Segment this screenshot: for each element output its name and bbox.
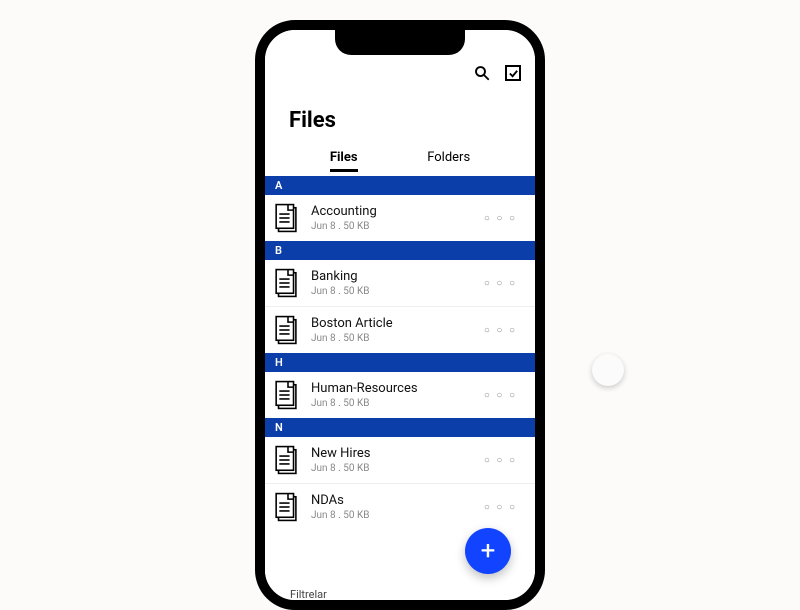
file-name: New Hires bbox=[311, 446, 466, 461]
section-header: B bbox=[265, 241, 535, 260]
file-meta: Jun 8 . 50 KB bbox=[311, 510, 466, 521]
file-name: Accounting bbox=[311, 204, 466, 219]
file-meta: Jun 8 . 50 KB bbox=[311, 221, 466, 232]
list-item[interactable]: Boston Article Jun 8 . 50 KB ○ ○ ○ bbox=[265, 306, 535, 353]
file-meta: Jun 8 . 50 KB bbox=[311, 398, 466, 409]
file-name: Human-Resources bbox=[311, 381, 466, 396]
file-icon bbox=[275, 268, 301, 298]
more-icon[interactable]: ○ ○ ○ bbox=[476, 502, 525, 513]
section-header: H bbox=[265, 353, 535, 372]
file-name: Boston Article bbox=[311, 316, 466, 331]
list-item[interactable]: Human-Resources Jun 8 . 50 KB ○ ○ ○ bbox=[265, 372, 535, 418]
row-text: Banking Jun 8 . 50 KB bbox=[311, 269, 466, 297]
more-icon[interactable]: ○ ○ ○ bbox=[476, 213, 525, 224]
tab-files[interactable]: Files bbox=[330, 150, 358, 172]
tabs: Files Folders bbox=[265, 150, 535, 178]
tab-folders[interactable]: Folders bbox=[427, 150, 470, 172]
row-text: New Hires Jun 8 . 50 KB bbox=[311, 446, 466, 474]
stray-label: Filtrelar bbox=[290, 588, 327, 601]
file-icon bbox=[275, 315, 301, 345]
file-icon bbox=[275, 445, 301, 475]
topbar bbox=[473, 64, 521, 82]
section-header: A bbox=[265, 176, 535, 195]
section-header: N bbox=[265, 418, 535, 437]
row-text: Boston Article Jun 8 . 50 KB bbox=[311, 316, 466, 344]
phone-frame: Files Files Folders A Accounting Jun 8 .… bbox=[255, 20, 545, 610]
more-icon[interactable]: ○ ○ ○ bbox=[476, 455, 525, 466]
file-meta: Jun 8 . 50 KB bbox=[311, 286, 466, 297]
file-name: NDAs bbox=[311, 493, 466, 508]
row-text: Accounting Jun 8 . 50 KB bbox=[311, 204, 466, 232]
search-icon[interactable] bbox=[473, 64, 491, 82]
select-mode-icon[interactable] bbox=[505, 65, 521, 81]
phone-notch bbox=[335, 29, 465, 55]
add-button[interactable]: + bbox=[465, 528, 511, 574]
row-text: NDAs Jun 8 . 50 KB bbox=[311, 493, 466, 521]
file-meta: Jun 8 . 50 KB bbox=[311, 463, 466, 474]
row-text: Human-Resources Jun 8 . 50 KB bbox=[311, 381, 466, 409]
file-icon bbox=[275, 380, 301, 410]
file-name: Banking bbox=[311, 269, 466, 284]
more-icon[interactable]: ○ ○ ○ bbox=[476, 278, 525, 289]
screen: Files Files Folders A Accounting Jun 8 .… bbox=[265, 30, 535, 600]
more-icon[interactable]: ○ ○ ○ bbox=[476, 390, 525, 401]
list-item[interactable]: Accounting Jun 8 . 50 KB ○ ○ ○ bbox=[265, 195, 535, 241]
more-icon[interactable]: ○ ○ ○ bbox=[476, 325, 525, 336]
file-meta: Jun 8 . 50 KB bbox=[311, 333, 466, 344]
file-icon bbox=[275, 203, 301, 233]
list-item[interactable]: NDAs Jun 8 . 50 KB ○ ○ ○ bbox=[265, 483, 535, 530]
page-title: Files bbox=[289, 108, 336, 133]
floating-button[interactable] bbox=[592, 354, 624, 386]
file-icon bbox=[275, 492, 301, 522]
list-item[interactable]: Banking Jun 8 . 50 KB ○ ○ ○ bbox=[265, 260, 535, 306]
list-item[interactable]: New Hires Jun 8 . 50 KB ○ ○ ○ bbox=[265, 437, 535, 483]
